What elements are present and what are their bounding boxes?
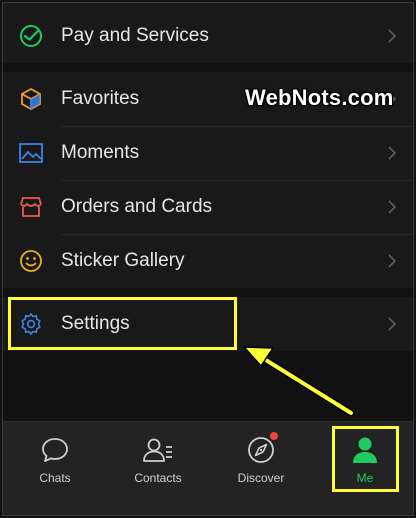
menu-item-settings[interactable]: Settings (3, 297, 413, 351)
settings-group: Settings (3, 297, 413, 351)
menu-item-label: Pay and Services (61, 25, 209, 46)
chevron-right-icon (388, 254, 397, 268)
cube-icon (18, 86, 44, 112)
menu-item-pay[interactable]: Pay and Services (3, 9, 413, 63)
person-icon (325, 434, 405, 466)
contacts-icon (118, 434, 198, 466)
tab-contacts[interactable]: Contacts (118, 434, 198, 485)
wechat-me-screen: Pay and Services Favorites Moments Order… (2, 2, 414, 516)
menu-item-orders[interactable]: Orders and Cards (3, 180, 413, 234)
chevron-right-icon (388, 146, 397, 160)
chat-bubble-icon (15, 434, 95, 466)
menu-item-stickers[interactable]: Sticker Gallery (3, 234, 413, 288)
chevron-right-icon (388, 317, 397, 331)
tab-discover[interactable]: Discover (221, 432, 301, 485)
shop-icon (18, 194, 44, 220)
tab-label: Discover (237, 471, 285, 485)
gear-icon (18, 311, 44, 337)
compass-icon (221, 432, 301, 466)
watermark-text: WebNots.com (245, 85, 394, 110)
tab-me[interactable]: Me (325, 434, 405, 485)
menu-item-label: Orders and Cards (61, 196, 213, 217)
menu-item-label: Settings (61, 313, 130, 334)
tab-label: Chats (39, 471, 71, 485)
pay-check-icon (18, 23, 44, 49)
menu-item-label: Sticker Gallery (61, 250, 185, 271)
tab-label: Me (356, 471, 374, 485)
smiley-icon (18, 248, 44, 274)
chevron-right-icon (388, 200, 397, 214)
menu-item-label: Moments (61, 142, 140, 163)
notification-badge (270, 432, 278, 440)
pay-group: Pay and Services (3, 3, 413, 63)
bottom-tab-bar: Chats Contacts Discover Me (3, 421, 413, 515)
chevron-right-icon (388, 29, 397, 43)
image-icon (18, 140, 44, 166)
tab-label: Contacts (134, 471, 182, 485)
menu-item-moments[interactable]: Moments (3, 126, 413, 180)
tab-chats[interactable]: Chats (15, 434, 95, 485)
